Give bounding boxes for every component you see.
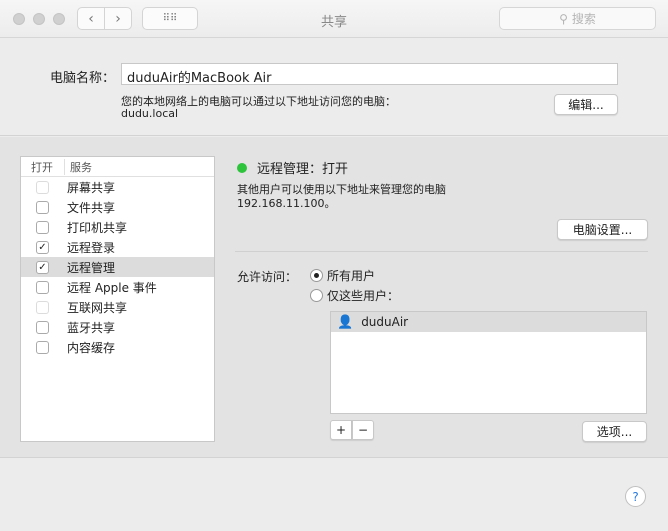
service-label: 屏幕共享 [67, 180, 116, 195]
edit-button[interactable]: 编辑... [554, 94, 618, 115]
radio-all-users-label: 所有用户 [327, 269, 376, 283]
status-text: 远程管理：打开 [257, 162, 349, 177]
user-name: duduAir [361, 315, 409, 329]
service-checkbox[interactable]: ✓ [36, 260, 49, 274]
col-service-header: 服务 [70, 160, 92, 174]
allow-access-label: 允许访问： [237, 270, 298, 284]
service-row[interactable]: ✓ 远程登录 [21, 237, 214, 257]
service-checkbox[interactable] [36, 280, 49, 294]
divider [235, 251, 648, 252]
service-label: 远程登录 [67, 240, 116, 255]
service-row[interactable]: ✓ 远程管理 [21, 257, 214, 277]
service-row[interactable]: 屏幕共享 [21, 177, 214, 197]
help-button[interactable]: ? [625, 486, 646, 507]
remove-user-button[interactable]: − [352, 420, 374, 440]
computer-settings-button[interactable]: 电脑设置... [557, 219, 648, 240]
computer-name-input[interactable]: duduAir的MacBook Air [121, 63, 618, 86]
service-label: 互联网共享 [67, 300, 128, 315]
service-checkbox[interactable] [36, 300, 49, 314]
add-user-button[interactable]: + [330, 420, 352, 440]
radio-only-these-users[interactable]: 仅这些用户： [310, 287, 399, 304]
users-list[interactable]: 👤 duduAir [330, 311, 647, 414]
service-row[interactable]: 打印机共享 [21, 217, 214, 237]
service-label: 打印机共享 [67, 220, 128, 235]
service-label: 内容缓存 [67, 340, 116, 355]
service-row[interactable]: 文件共享 [21, 197, 214, 217]
service-checkbox[interactable]: ✓ [36, 240, 49, 254]
service-checkbox[interactable] [36, 180, 49, 194]
services-list: 打开 服务 屏幕共享文件共享打印机共享 ✓ 远程登录 ✓ 远程管理远程 Apple 事件互… [20, 156, 215, 442]
search-field[interactable]: ⚲ 搜索 [499, 7, 656, 30]
user-icon: 👤 [337, 314, 354, 330]
search-placeholder: 搜索 [571, 12, 596, 26]
service-row[interactable]: 远程 Apple 事件 [21, 277, 214, 297]
service-checkbox[interactable] [36, 340, 49, 354]
service-label: 远程 Apple 事件 [67, 280, 157, 295]
col-on-header: 打开 [21, 158, 65, 175]
status-indicator [237, 162, 247, 173]
local-address: dudu.local [121, 107, 179, 120]
service-checkbox[interactable] [36, 220, 49, 234]
manage-address: 192.168.11.100。 [237, 197, 336, 210]
radio-all-users[interactable]: 所有用户 [310, 267, 375, 284]
service-row[interactable]: 蓝牙共享 [21, 317, 214, 337]
service-row[interactable]: 互联网共享 [21, 297, 214, 317]
options-button[interactable]: 选项... [582, 421, 647, 442]
service-label: 远程管理 [67, 260, 116, 275]
service-checkbox[interactable] [36, 320, 49, 334]
search-icon: ⚲ [559, 11, 568, 26]
title-bar: ‹ › ⠿⠿ 共享 ⚲ 搜索 [0, 0, 668, 38]
radio-only-these-users-label: 仅这些用户： [327, 289, 400, 303]
service-label: 蓝牙共享 [67, 320, 116, 335]
user-row[interactable]: 👤 duduAir [331, 312, 646, 332]
service-row[interactable]: 内容缓存 [21, 337, 214, 357]
service-label: 文件共享 [67, 200, 116, 215]
service-checkbox[interactable] [36, 200, 49, 214]
computer-name-label: 电脑名称： [50, 71, 116, 86]
